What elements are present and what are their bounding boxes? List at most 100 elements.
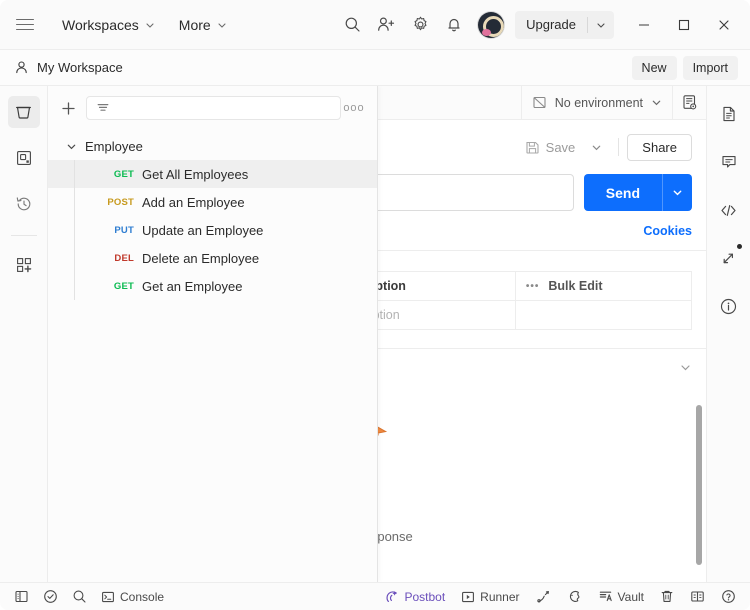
send-button[interactable]: Send	[584, 174, 662, 211]
sync-button[interactable]	[713, 242, 745, 274]
hamburger-icon[interactable]	[16, 19, 34, 31]
workspaces-menu[interactable]: Workspaces	[56, 13, 161, 37]
postbot-button[interactable]: Postbot	[378, 586, 451, 607]
more-dots-icon[interactable]: •••	[526, 281, 540, 292]
chevron-down-icon	[66, 141, 77, 152]
console-button[interactable]: Console	[95, 587, 170, 607]
info-button[interactable]	[713, 290, 745, 322]
workspace-name-label: My Workspace	[37, 60, 123, 75]
sidebar-toggle-icon	[14, 589, 29, 604]
help-button[interactable]	[715, 586, 742, 607]
upgrade-button[interactable]: Upgrade	[515, 11, 587, 39]
user-avatar[interactable]	[478, 12, 504, 38]
sidebar-more-dots-icon[interactable]: ooo	[341, 102, 367, 114]
title-bar: Workspaces More	[0, 0, 750, 50]
environments-icon	[15, 149, 33, 167]
proxy-icon	[536, 589, 551, 604]
workspace-actions: New Import	[632, 56, 738, 80]
environment-quick-look-icon[interactable]	[672, 86, 706, 120]
capture-icon	[567, 589, 582, 604]
request-name-label: Delete an Employee	[142, 251, 259, 266]
send-chevron-down-icon[interactable]	[662, 174, 692, 211]
status-check-button[interactable]	[37, 586, 64, 607]
save-button[interactable]: Save	[517, 135, 584, 160]
sidebar-filter-input[interactable]	[86, 96, 341, 120]
code-icon	[719, 201, 738, 220]
request-name-label: Get an Employee	[142, 279, 242, 294]
new-button[interactable]: New	[632, 56, 677, 80]
tree-indent-guide	[74, 272, 75, 300]
invite-user-icon[interactable]	[369, 8, 403, 42]
tree-request-get-all-employees[interactable]: GET Get All Employees	[48, 160, 377, 188]
documentation-button[interactable]	[713, 98, 745, 130]
document-icon	[720, 105, 738, 123]
cookies-link[interactable]: Cookies	[643, 224, 692, 238]
sidebar-item-history[interactable]	[8, 188, 40, 220]
import-button[interactable]: Import	[683, 56, 738, 80]
more-menu[interactable]: More	[173, 13, 233, 37]
bell-icon[interactable]	[437, 8, 471, 42]
sidebar-toolbar: ooo	[48, 86, 377, 130]
tree-folder-employee[interactable]: Employee	[48, 132, 377, 160]
layout-icon	[690, 589, 705, 604]
person-icon	[14, 60, 29, 75]
runner-button[interactable]: Runner	[455, 587, 525, 607]
console-label: Console	[120, 590, 164, 604]
capture-requests-button[interactable]	[561, 586, 588, 607]
vault-button[interactable]: Vault	[592, 586, 650, 607]
info-icon	[719, 297, 738, 316]
sidebar-toggle-button[interactable]	[8, 586, 35, 607]
tree-request-delete-an-employee[interactable]: DEL Delete an Employee	[48, 244, 377, 272]
title-bar-right: Upgrade	[335, 2, 750, 48]
sidebar-item-collections[interactable]	[8, 96, 40, 128]
divider	[618, 138, 619, 156]
divider	[11, 235, 37, 236]
request-name-label: Add an Employee	[142, 195, 245, 210]
console-icon	[101, 590, 115, 604]
left-icon-rail	[0, 86, 48, 582]
request-name-label: Get All Employees	[142, 167, 248, 182]
comment-icon	[720, 153, 738, 171]
bulk-edit-button[interactable]: Bulk Edit	[548, 279, 602, 293]
column-bulk-edit: ••• Bulk Edit	[515, 272, 691, 301]
request-method-label: GET	[104, 169, 134, 180]
gear-icon[interactable]	[403, 8, 437, 42]
code-button[interactable]	[713, 194, 745, 226]
upgrade-group: Upgrade	[515, 11, 614, 39]
sidebar-item-environments[interactable]	[8, 142, 40, 174]
request-method-label: POST	[104, 197, 134, 208]
trash-button[interactable]	[654, 586, 680, 607]
response-collapse-chevron-down-icon[interactable]	[679, 361, 692, 374]
response-scrollbar[interactable]	[696, 405, 702, 565]
tree-request-add-an-employee[interactable]: POST Add an Employee	[48, 188, 377, 216]
find-button[interactable]	[66, 586, 93, 607]
search-icon[interactable]	[335, 8, 369, 42]
status-bar-right: Postbot Runner	[378, 586, 742, 607]
tree-request-update-an-employee[interactable]: PUT Update an Employee	[48, 216, 377, 244]
close-icon[interactable]	[704, 2, 744, 48]
add-collection-plus-icon[interactable]	[56, 96, 80, 120]
send-group: Send	[584, 174, 692, 211]
sync-badge	[737, 244, 742, 249]
environment-selector[interactable]: No environment	[521, 86, 672, 120]
tree-indent-guide	[74, 188, 75, 216]
tab-bar-right: No environment	[521, 86, 706, 120]
no-environment-icon	[532, 95, 547, 110]
sidebar-item-apps[interactable]	[8, 249, 40, 281]
comments-button[interactable]	[713, 146, 745, 178]
workspace-name-button[interactable]: My Workspace	[14, 60, 123, 75]
minimize-icon[interactable]	[624, 2, 664, 48]
save-chevron-down-icon[interactable]	[583, 137, 610, 158]
status-bar: Console Postbot	[0, 582, 750, 610]
two-pane-layout-button[interactable]	[684, 586, 711, 607]
tree-indent-guide	[74, 160, 75, 188]
share-button[interactable]: Share	[627, 134, 692, 161]
vault-label: Vault	[618, 590, 644, 604]
runner-icon	[461, 590, 475, 604]
maximize-icon[interactable]	[664, 2, 704, 48]
tree-request-get-an-employee[interactable]: GET Get an Employee	[48, 272, 377, 300]
upgrade-chevron-down-icon[interactable]	[588, 20, 614, 30]
proxy-button[interactable]	[530, 586, 557, 607]
search-icon	[72, 589, 87, 604]
request-method-label: DEL	[104, 253, 134, 264]
